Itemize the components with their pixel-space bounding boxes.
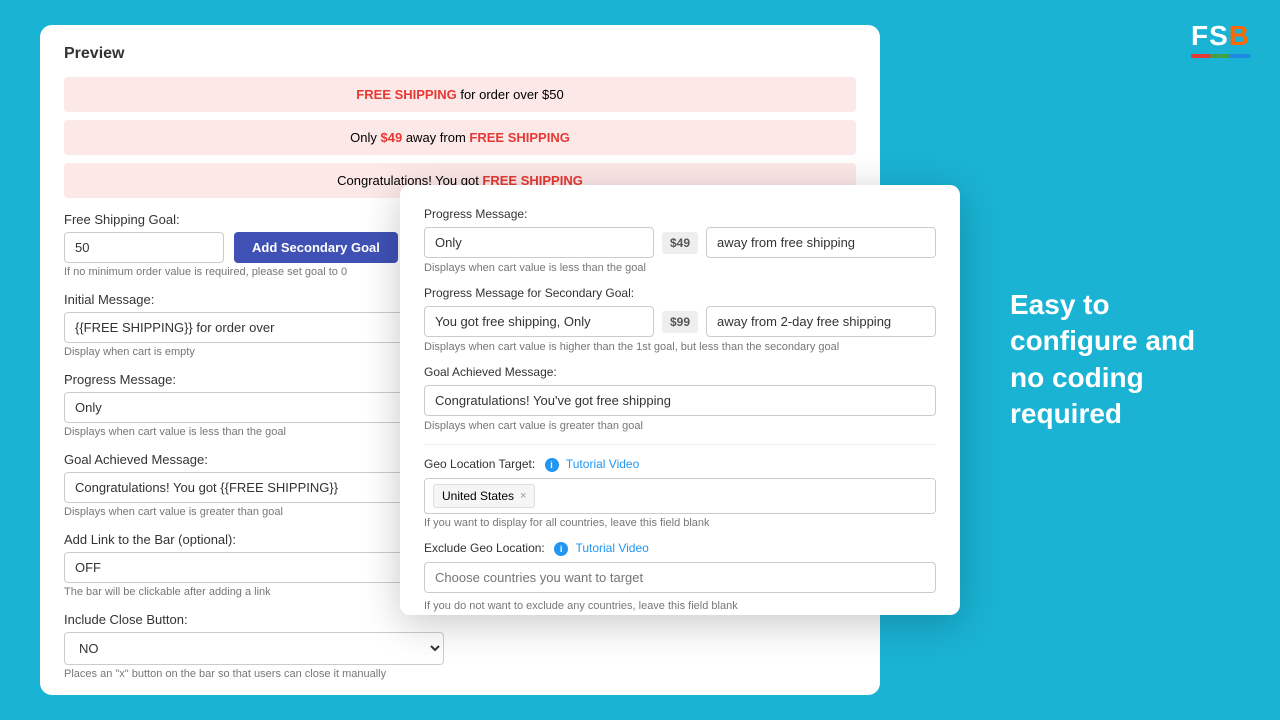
overlay-progress-hint: Displays when cart value is less than th… xyxy=(424,262,936,274)
overlay-exclude-geo-label: Exclude Geo Location: i Tutorial Video xyxy=(424,541,936,556)
overlay-secondary-price: $99 xyxy=(662,311,698,333)
overlay-geo-label: Geo Location Target: i Tutorial Video xyxy=(424,457,936,472)
geo-location-input[interactable] xyxy=(543,489,927,503)
exclude-info-icon: i xyxy=(554,541,568,555)
exclude-tutorial-link[interactable]: Tutorial Video xyxy=(575,541,648,555)
geo-input-wrap[interactable]: United States × xyxy=(424,478,936,514)
bar1-post: for order over $50 xyxy=(460,87,563,102)
info-icon-exclude: i xyxy=(554,542,568,556)
overlay-goal-achieved-label: Goal Achieved Message: xyxy=(424,365,936,379)
bar2-highlight2: FREE SHIPPING xyxy=(469,130,569,145)
overlay-secondary-progress-row: Progress Message for Secondary Goal: $99… xyxy=(424,286,936,353)
overlay-secondary-label: Progress Message for Secondary Goal: xyxy=(424,286,936,300)
bar2-highlight1: $49 xyxy=(381,130,403,145)
include-close-hint: Places an "x" button on the bar so that … xyxy=(64,668,856,680)
overlay-goal-achieved-input[interactable] xyxy=(424,385,936,416)
overlay-progress-suffix-input[interactable] xyxy=(706,227,936,258)
geo-tutorial-link[interactable]: Tutorial Video xyxy=(566,457,639,471)
overlay-progress-price: $49 xyxy=(662,232,698,254)
info-icon-geo: i xyxy=(545,458,559,472)
free-shipping-input[interactable] xyxy=(64,232,224,263)
overlay-goal-achieved-hint: Displays when cart value is greater than… xyxy=(424,420,936,432)
fsb-logo: FSB xyxy=(1191,20,1250,58)
bar2-pre: Only xyxy=(350,130,380,145)
divider-1 xyxy=(424,444,936,445)
geo-tag-us: United States × xyxy=(433,484,535,508)
overlay-exclude-geo-row: Exclude Geo Location: i Tutorial Video I… xyxy=(424,541,936,612)
overlay-progress-input-row: $49 xyxy=(424,227,936,258)
overlay-goal-achieved-input-row xyxy=(424,385,936,416)
overlay-geo-row: Geo Location Target: i Tutorial Video Un… xyxy=(424,457,936,529)
add-secondary-goal-button[interactable]: Add Secondary Goal xyxy=(234,232,398,263)
include-close-select[interactable]: NO YES xyxy=(64,632,444,665)
exclude-geo-hint: If you do not want to exclude any countr… xyxy=(424,600,936,612)
overlay-secondary-hint: Displays when cart value is higher than … xyxy=(424,341,936,353)
geo-tag-remove-button[interactable]: × xyxy=(520,490,526,502)
overlay-goal-achieved-row: Goal Achieved Message: Displays when car… xyxy=(424,365,936,432)
panel-title: Preview xyxy=(64,45,856,63)
overlay-secondary-input[interactable] xyxy=(424,306,654,337)
overlay-secondary-suffix-input[interactable] xyxy=(706,306,936,337)
geo-tag-label: United States xyxy=(442,489,514,503)
bar2-mid: away from xyxy=(406,130,470,145)
preview-bar-2: Only $49 away from FREE SHIPPING xyxy=(64,120,856,155)
overlay-progress-label: Progress Message: xyxy=(424,207,936,221)
overlay-secondary-input-row: $99 xyxy=(424,306,936,337)
overlay-progress-row: Progress Message: $49 Displays when cart… xyxy=(424,207,936,274)
bar1-highlight: FREE SHIPPING xyxy=(356,87,456,102)
geo-hint: If you want to display for all countries… xyxy=(424,517,936,529)
tagline-text: Easy to configure and no coding required xyxy=(1010,287,1230,433)
exclude-geo-input[interactable] xyxy=(424,562,936,593)
add-link-input[interactable] xyxy=(64,552,444,583)
preview-bar-1: FREE SHIPPING for order over $50 xyxy=(64,77,856,112)
geo-info-icon: i xyxy=(545,457,559,471)
overlay-progress-input[interactable] xyxy=(424,227,654,258)
overlay-panel: Progress Message: $49 Displays when cart… xyxy=(400,185,960,615)
include-close-row: Include Close Button: NO YES Places an "… xyxy=(64,612,856,680)
